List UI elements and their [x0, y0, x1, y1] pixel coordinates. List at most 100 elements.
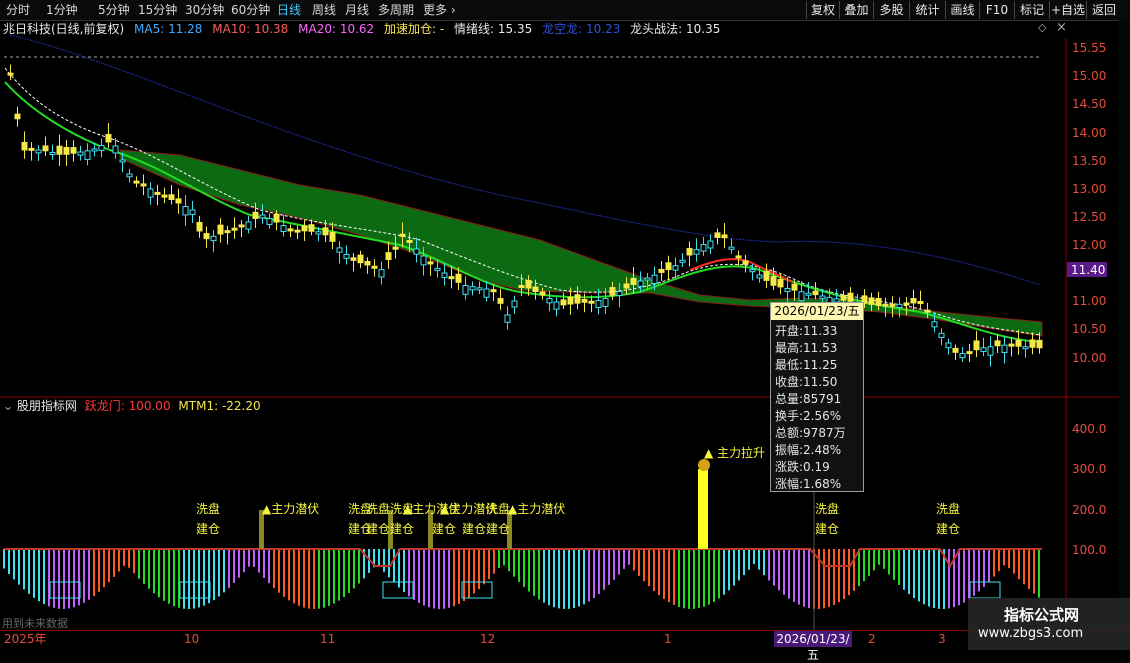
candle-body: [889, 303, 896, 307]
candle-body: [686, 248, 693, 256]
candle-body: [777, 278, 784, 288]
candle-body: [266, 218, 273, 225]
candle-body: [735, 255, 742, 259]
candle-body: [1001, 344, 1008, 353]
candle-body: [161, 194, 168, 198]
candle-body: [469, 286, 476, 291]
candle-body: [665, 262, 672, 271]
candle-body: [588, 300, 595, 304]
candle-body: [707, 240, 714, 249]
signal-jiancang: 建仓: [196, 522, 221, 536]
candle-body: [175, 198, 182, 204]
date-tick: 10: [184, 632, 200, 646]
candle-body: [812, 290, 819, 296]
indicator-title[interactable]: 股朋指标网: [17, 399, 77, 413]
signal-jiancang: 建仓: [462, 522, 487, 536]
candle-body: [602, 298, 609, 308]
candle-body: [224, 230, 231, 234]
candle-body: [1008, 343, 1015, 347]
candle-body: [567, 296, 574, 305]
candle-body: [133, 180, 140, 184]
candle-body: [378, 269, 385, 278]
candle-body: [147, 188, 154, 198]
candle-body: [791, 283, 798, 291]
candle-body: [952, 347, 959, 353]
candle-body: [476, 287, 483, 291]
price-tooltip: 2026/01/23/五 开盘:11.33 最高:11.53 最低:11.25 …: [770, 302, 864, 492]
tooltip-amplitude: 振幅:2.48%: [775, 443, 842, 457]
candle-body: [140, 183, 147, 187]
lasheng-bar: [698, 469, 708, 549]
candle-body: [847, 292, 854, 302]
signal-jiancang: 建仓: [936, 522, 961, 536]
watermark-url: www.zbgs3.com: [978, 626, 1084, 641]
candle-body: [217, 224, 224, 235]
trend-band: [119, 149, 1043, 337]
candle-body: [315, 231, 322, 235]
candle-body: [931, 321, 938, 328]
candle-body: [119, 159, 126, 163]
candle-body: [917, 300, 924, 304]
tooltip-turnover: 换手:2.56%: [775, 409, 842, 423]
date-tick: 11: [320, 632, 336, 646]
candle-body: [28, 147, 35, 151]
candle-body: [700, 244, 707, 252]
indicator-tick: 400.0: [1072, 422, 1106, 436]
signal-xipan: 洗盘: [366, 502, 391, 516]
yuelongmen-value: 跃龙门: 100.00: [84, 399, 171, 413]
candle-body: [56, 145, 63, 155]
signal-jiancang: 建仓: [366, 522, 391, 536]
candle-body: [896, 303, 903, 308]
candle-body: [763, 270, 770, 281]
signal-lasheng-label: 主力拉升: [717, 446, 766, 460]
candle-body: [105, 133, 112, 143]
candle-body: [483, 288, 490, 298]
candle-body: [1015, 339, 1022, 347]
price-tick: 15.55: [1072, 41, 1106, 55]
ma5-line: [4, 67, 1041, 336]
chart-canvas: 15.55 15.00 14.50 14.00 13.50 13.00 12.5…: [0, 34, 1119, 630]
candle-body: [238, 224, 245, 228]
candle-body: [518, 285, 525, 289]
date-tick: 2025年: [4, 632, 47, 646]
price-tick: 14.00: [1072, 126, 1106, 140]
candle-body: [511, 300, 518, 308]
candle-body: [329, 231, 336, 242]
candle-body: [651, 274, 658, 285]
candle-body: [987, 346, 994, 356]
date-tick: 12: [480, 632, 496, 646]
chevron-down-icon[interactable]: ⌄: [3, 399, 13, 413]
candle-body: [1036, 339, 1043, 349]
candle-body: [413, 248, 420, 255]
candle-body: [308, 224, 315, 232]
candle-body: [497, 298, 504, 304]
signal-xipan: 洗盘: [486, 502, 511, 516]
indicator-tick: 100.0: [1072, 543, 1106, 557]
candle-body: [294, 229, 301, 233]
candle-body: [350, 257, 357, 261]
candle-body: [182, 206, 189, 216]
candle-body: [35, 149, 42, 154]
tooltip-volume: 总量:85791: [775, 392, 842, 406]
candle-body: [427, 261, 434, 265]
candle-body: [553, 301, 560, 310]
candle-body: [672, 265, 679, 271]
date-tick: 1: [664, 632, 672, 646]
candle-body: [546, 298, 553, 304]
signal-qianfu-label: 主力潜伏: [517, 502, 566, 516]
candle-body: [462, 285, 469, 295]
signal-xipan: 洗盘: [196, 502, 221, 516]
candle-body: [231, 227, 238, 231]
tooltip-change-pct: 涨幅:1.68%: [775, 477, 842, 491]
price-tick: 15.00: [1072, 69, 1106, 83]
price-tick: 10.00: [1072, 351, 1106, 365]
candle-body: [959, 353, 966, 359]
candle-body: [385, 252, 392, 260]
mtm1-value: MTM1: -22.20: [178, 399, 261, 413]
candle-body: [770, 275, 777, 286]
candle-body: [63, 147, 70, 155]
candle-body: [798, 291, 805, 302]
candle-body: [630, 277, 637, 286]
date-tick: 3: [938, 632, 946, 646]
candle-body: [49, 152, 56, 155]
